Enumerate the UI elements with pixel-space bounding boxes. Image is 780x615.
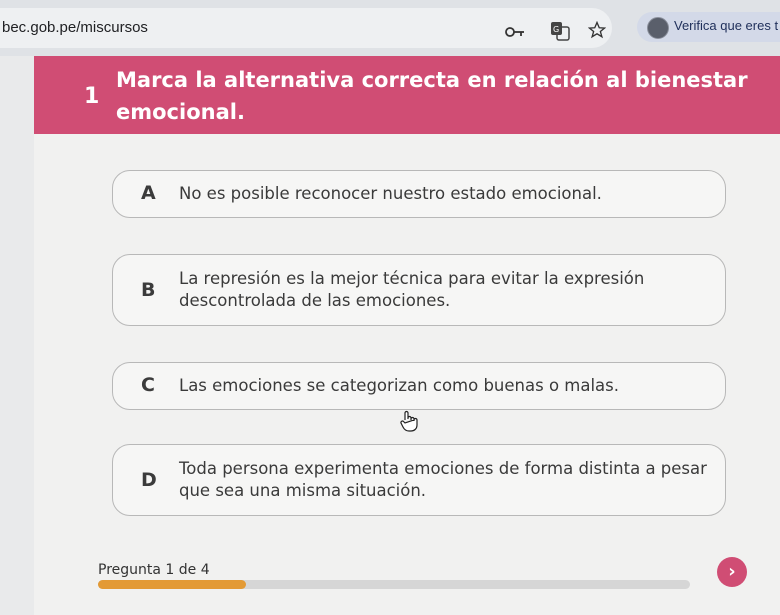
translate-icon[interactable]: G	[550, 21, 570, 45]
svg-text:G: G	[553, 25, 559, 34]
option-text: No es posible reconocer nuestro estado e…	[179, 184, 602, 203]
page-content: 1 Marca la alternativa correcta en relac…	[0, 56, 780, 615]
option-c[interactable]: C Las emociones se categorizan como buen…	[112, 362, 726, 410]
address-bar[interactable]: bec.gob.pe/miscursos G	[0, 8, 612, 48]
url-text[interactable]: bec.gob.pe/miscursos	[2, 19, 148, 36]
option-d[interactable]: D Toda persona experimenta emociones de …	[112, 444, 726, 516]
extension-label: Verifica que eres t	[674, 18, 779, 33]
progress-bar	[98, 580, 690, 589]
option-b[interactable]: B La represión es la mejor técnica para …	[112, 254, 726, 326]
option-letter: D	[141, 469, 157, 491]
option-letter: A	[141, 182, 156, 204]
verify-extension-button[interactable]: Verifica que eres t	[637, 12, 780, 42]
question-number: 1	[84, 84, 100, 109]
chevron-right-icon: ›	[728, 561, 736, 582]
user-avatar-icon	[647, 17, 669, 39]
hand-cursor-icon	[400, 410, 418, 436]
question-text: Marca la alternativa correcta en relació…	[116, 68, 748, 124]
option-a[interactable]: A No es posible reconocer nuestro estado…	[112, 170, 726, 218]
progress-label: Pregunta 1 de 4	[98, 562, 210, 578]
star-icon[interactable]	[587, 20, 607, 43]
progress-fill	[98, 580, 246, 589]
option-text: La represión es la mejor técnica para ev…	[179, 269, 645, 310]
browser-chrome: bec.gob.pe/miscursos G Verifica que eres…	[0, 0, 780, 56]
question-header: 1 Marca la alternativa correcta en relac…	[34, 56, 780, 134]
option-text: Toda persona experimenta emociones de fo…	[179, 459, 707, 500]
next-button[interactable]: ›	[717, 557, 747, 587]
key-icon[interactable]	[505, 24, 525, 43]
option-text: Las emociones se categorizan como buenas…	[179, 376, 620, 395]
question-card: 1 Marca la alternativa correcta en relac…	[34, 56, 780, 615]
option-letter: C	[141, 374, 155, 396]
option-letter: B	[141, 279, 156, 301]
